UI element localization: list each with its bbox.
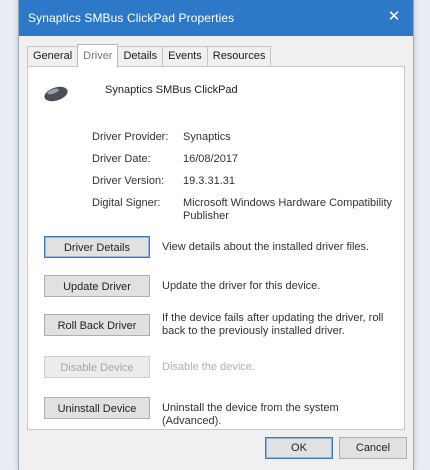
digital-signer-label: Digital Signer: [92, 197, 161, 209]
uninstall-device-description: Uninstall the device from the system (Ad… [162, 402, 339, 427]
ok-button[interactable]: OK [265, 437, 333, 459]
tab-resources[interactable]: Resources [206, 46, 272, 66]
tab-general[interactable]: General [27, 46, 79, 66]
device-name: Synaptics SMBus ClickPad [105, 84, 238, 96]
uninstall-device-button[interactable]: Uninstall Device [44, 397, 150, 419]
disable-device-description: Disable the device. [162, 361, 255, 373]
driver-date-label: Driver Date: [92, 153, 151, 165]
driver-provider-label: Driver Provider: [92, 131, 169, 143]
driver-provider-value: Synaptics [183, 131, 231, 143]
touchpad-mouse-icon [44, 86, 68, 102]
digital-signer-value: Microsoft Windows Hardware Compatibility… [183, 197, 393, 222]
driver-date-value: 16/08/2017 [183, 153, 239, 165]
roll-back-driver-description: If the device fails after updating the d… [162, 312, 384, 337]
cancel-button[interactable]: Cancel [339, 437, 407, 459]
tab-events[interactable]: Events [162, 46, 208, 66]
driver-version-value: 19.3.31.31 [183, 175, 235, 187]
close-icon[interactable]: ✕ [381, 4, 407, 30]
tab-details[interactable]: Details [117, 46, 164, 66]
tab-driver[interactable]: Driver [77, 44, 119, 67]
driver-version-label: Driver Version: [92, 175, 165, 187]
properties-dialog: Synaptics SMBus ClickPad Properties ✕ Ge… [18, 0, 414, 470]
tab-strip: General Driver Details Events Resources [27, 44, 272, 67]
disable-device-button[interactable]: Disable Device [44, 356, 150, 378]
update-driver-button[interactable]: Update Driver [44, 275, 150, 297]
driver-details-description: View details about the installed driver … [162, 241, 370, 253]
window-title: Synaptics SMBus ClickPad Properties [28, 11, 235, 25]
roll-back-driver-button[interactable]: Roll Back Driver [44, 314, 150, 336]
driver-tab-panel: Synaptics SMBus ClickPad Driver Provider… [27, 66, 405, 430]
title-bar: Synaptics SMBus ClickPad Properties ✕ [19, 0, 413, 36]
update-driver-description: Update the driver for this device. [162, 280, 321, 292]
driver-details-button[interactable]: Driver Details [44, 236, 150, 258]
